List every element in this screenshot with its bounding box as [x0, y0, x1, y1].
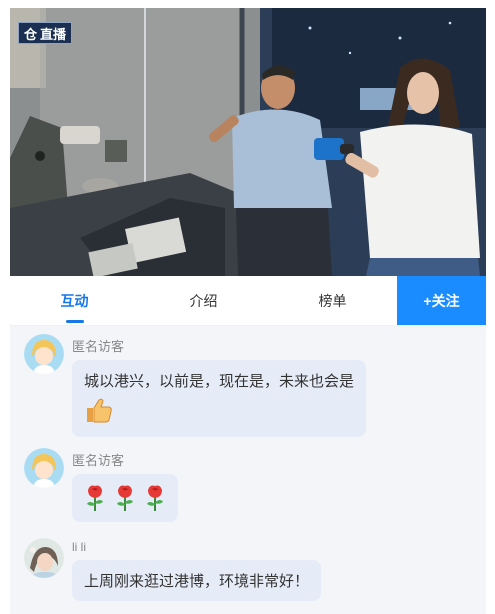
- tab-label: 榜单: [318, 292, 347, 309]
- anonymous-avatar-icon: [24, 448, 64, 488]
- follow-button[interactable]: +关注: [397, 276, 486, 325]
- tab-label: 介绍: [189, 292, 218, 309]
- rose-icon: [147, 485, 163, 511]
- user-name: li li: [72, 540, 86, 554]
- live-video-player[interactable]: 仓 直播: [10, 8, 486, 276]
- message-text: 城以港兴，以前是，现在是，未来也会是: [84, 373, 355, 390]
- avatar[interactable]: [24, 448, 64, 488]
- tab-introduction[interactable]: 介绍: [139, 276, 268, 325]
- tab-ranking[interactable]: 榜单: [268, 276, 397, 325]
- avatar[interactable]: [24, 538, 64, 578]
- user-photo-avatar-icon: [24, 538, 64, 578]
- avatar[interactable]: [24, 334, 64, 374]
- message-bubble: 城以港兴，以前是，现在是，未来也会是: [72, 360, 367, 437]
- anonymous-avatar-icon: [24, 334, 64, 374]
- user-name: 匿名访客: [72, 339, 125, 354]
- message-bubble: 上周刚来逛过港博，环境非常好！: [72, 560, 322, 601]
- tab-interaction[interactable]: 互动: [10, 276, 139, 325]
- chat-list[interactable]: 匿名访客 城以港兴，以前是，现在是，未来也会是 匿名访客 li li 上周刚来逛…: [10, 326, 486, 614]
- thumbs-up-icon: [84, 397, 354, 427]
- live-badge: 仓 直播: [18, 22, 73, 44]
- live-badge-label: 直播: [40, 26, 67, 42]
- user-name: 匿名访客: [72, 453, 125, 468]
- brand-logo-icon: 仓: [24, 26, 38, 42]
- video-frame: [10, 8, 486, 276]
- tab-label: 互动: [60, 292, 89, 309]
- tab-bar: 互动 介绍 榜单 +关注: [10, 276, 486, 326]
- message-text: 上周刚来逛过港博，环境非常好！: [84, 573, 310, 590]
- message-bubble: [72, 474, 178, 522]
- rose-icon: [87, 485, 103, 511]
- rose-icon: [117, 485, 133, 511]
- follow-button-label: +关注: [423, 292, 460, 309]
